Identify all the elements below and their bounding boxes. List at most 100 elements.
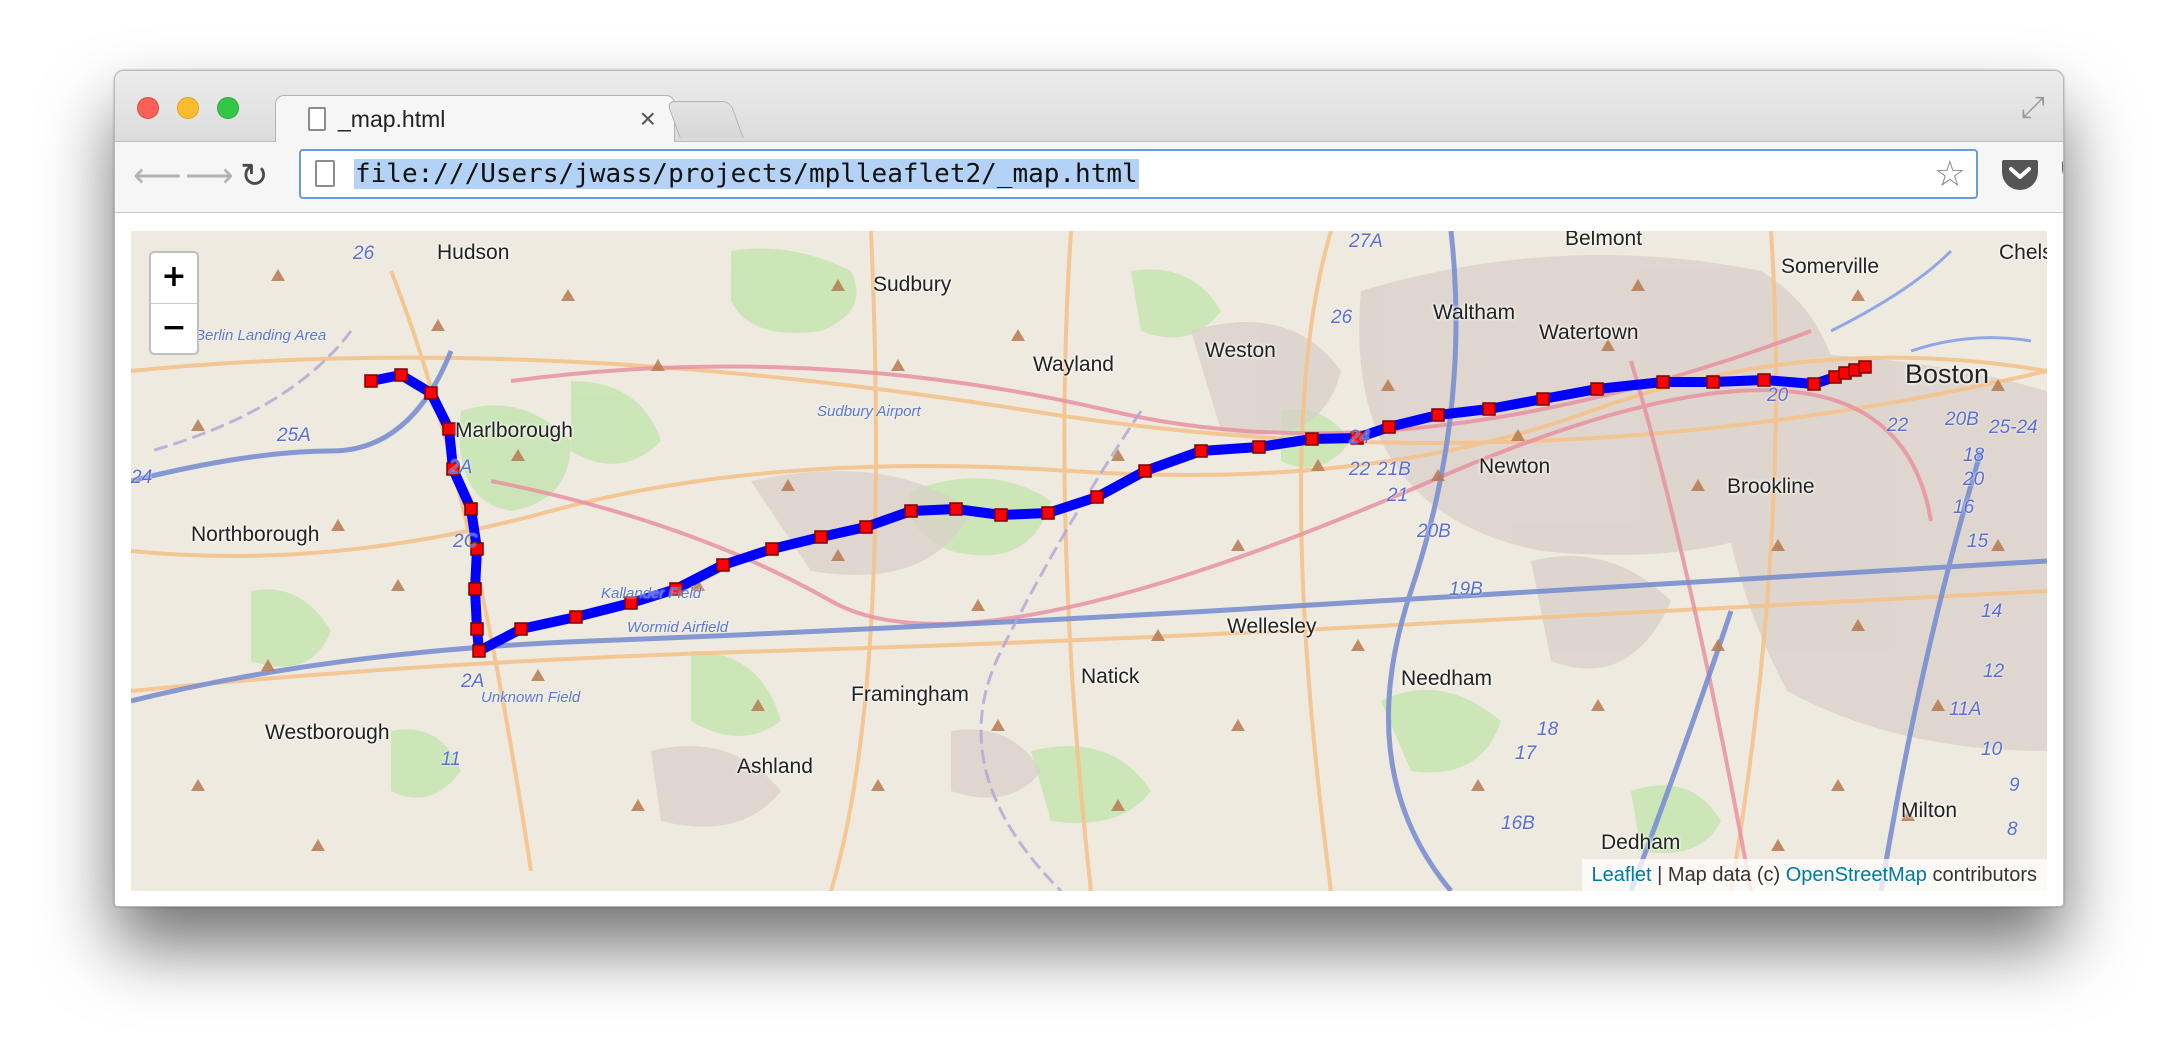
- route-marker[interactable]: [716, 558, 730, 572]
- place-label-framingham: Framingham: [851, 683, 969, 706]
- fullscreen-icon[interactable]: ⤢: [2021, 91, 2045, 125]
- road-label: 26: [353, 243, 375, 264]
- road-label: 20: [1963, 469, 1985, 490]
- road-label: 2C: [453, 531, 478, 552]
- route-marker[interactable]: [994, 508, 1008, 522]
- route-marker[interactable]: [470, 622, 484, 636]
- title-bar: _map.html × ⤢: [115, 71, 2063, 143]
- place-label-needham: Needham: [1401, 667, 1493, 690]
- route-marker[interactable]: [1138, 464, 1152, 478]
- tab-title: _map.html: [338, 106, 446, 132]
- airport-label-sudbury: Sudbury Airport: [817, 403, 921, 420]
- route-marker[interactable]: [569, 610, 583, 624]
- route-marker[interactable]: [814, 530, 828, 544]
- zoom-control: + −: [149, 251, 199, 355]
- bookmark-star-icon[interactable]: ☆: [1934, 153, 1966, 195]
- place-label-wayland: Wayland: [1033, 353, 1114, 376]
- route-marker[interactable]: [1194, 444, 1208, 458]
- openstreetmap-link[interactable]: OpenStreetMap: [1786, 864, 1927, 886]
- place-label-wellesley: Wellesley: [1227, 615, 1317, 638]
- place-label-newton: Newton: [1479, 455, 1551, 478]
- road-label: 27A: [1349, 231, 1383, 252]
- road-label: 2A: [449, 457, 473, 478]
- route-marker[interactable]: [442, 422, 456, 436]
- route-marker[interactable]: [1590, 382, 1604, 396]
- route-marker[interactable]: [1090, 490, 1104, 504]
- place-label-waltham: Waltham: [1433, 301, 1516, 324]
- route-marker[interactable]: [1536, 392, 1550, 406]
- place-label-somerville: Somerville: [1781, 255, 1880, 278]
- place-label-natick: Natick: [1081, 665, 1140, 688]
- place-label-dedham: Dedham: [1601, 831, 1681, 854]
- route-marker[interactable]: [472, 644, 486, 658]
- route-marker[interactable]: [1041, 506, 1055, 520]
- route-marker[interactable]: [468, 582, 482, 596]
- zoom-out-button[interactable]: −: [151, 304, 197, 354]
- place-label-westborough: Westborough: [265, 721, 390, 744]
- route-marker[interactable]: [364, 374, 378, 388]
- address-bar[interactable]: file:///Users/jwass/projects/mplleaflet2…: [299, 149, 1978, 199]
- pocket-icon[interactable]: [2001, 156, 2039, 201]
- road-label: 14: [1981, 601, 2003, 622]
- route-marker[interactable]: [949, 502, 963, 516]
- map-attribution: Leaflet | Map data (c) OpenStreetMap con…: [1581, 859, 2047, 891]
- place-label-weston: Weston: [1205, 339, 1276, 362]
- route-marker[interactable]: [1482, 402, 1496, 416]
- route-marker[interactable]: [1382, 420, 1396, 434]
- leaflet-map[interactable]: Hudson Sudbury Belmont Somerville Chels …: [131, 231, 2047, 891]
- route-marker[interactable]: [1858, 360, 1872, 374]
- road-label: 25A: [277, 425, 311, 446]
- attribution-contributors: contributors: [1926, 864, 2037, 886]
- route-marker[interactable]: [765, 542, 779, 556]
- place-label-chelsea: Chels: [1999, 241, 2047, 264]
- road-label: 9: [2009, 775, 2020, 796]
- place-label-belmont: Belmont: [1565, 231, 1643, 250]
- airport-label-landing-area: Berlin Landing Area: [195, 327, 327, 344]
- tab-close-icon[interactable]: ×: [640, 102, 656, 136]
- road-label: 11A: [1949, 699, 1982, 720]
- place-label-marlborough: Marlborough: [455, 419, 573, 442]
- evernote-icon[interactable]: [2059, 156, 2063, 203]
- road-label: 21: [1387, 485, 1409, 506]
- road-label: 26: [1331, 307, 1353, 328]
- place-label-sudbury: Sudbury: [873, 273, 952, 296]
- close-window-button[interactable]: [137, 97, 159, 119]
- route-marker[interactable]: [1706, 375, 1720, 389]
- road-label: 16B: [1501, 813, 1535, 834]
- tab-map[interactable]: _map.html ×: [275, 95, 675, 143]
- leaflet-link[interactable]: Leaflet: [1592, 864, 1652, 886]
- road-label: 24: [131, 467, 153, 488]
- place-label-brookline: Brookline: [1727, 475, 1815, 498]
- road-label: 21B: [1377, 459, 1411, 480]
- url-text[interactable]: file:///Users/jwass/projects/mplleaflet2…: [354, 159, 1139, 189]
- place-label-ashland: Ashland: [737, 755, 813, 778]
- route-marker[interactable]: [464, 502, 478, 516]
- toolbar: ⟵ ⟶ ↻ file:///Users/jwass/projects/mplle…: [115, 142, 2063, 213]
- route-marker[interactable]: [1431, 408, 1445, 422]
- route-marker[interactable]: [1305, 432, 1319, 446]
- place-label-watertown: Watertown: [1539, 321, 1639, 344]
- route-marker[interactable]: [424, 386, 438, 400]
- page-content: Hudson Sudbury Belmont Somerville Chels …: [115, 213, 2063, 906]
- forward-arrow-icon[interactable]: ⟶: [185, 154, 234, 198]
- route-marker[interactable]: [394, 368, 408, 382]
- new-tab-button[interactable]: [666, 101, 744, 138]
- route-marker[interactable]: [859, 520, 873, 534]
- route-marker[interactable]: [904, 504, 918, 518]
- road-label: 22: [1887, 415, 1909, 436]
- zoom-in-button[interactable]: +: [151, 253, 197, 304]
- zoom-window-button[interactable]: [217, 97, 239, 119]
- route-marker[interactable]: [1656, 375, 1670, 389]
- document-icon: [308, 107, 326, 131]
- back-arrow-icon[interactable]: ⟵: [133, 154, 182, 198]
- route-marker[interactable]: [1807, 377, 1821, 391]
- road-label: 20B: [1417, 521, 1451, 542]
- route-marker[interactable]: [514, 622, 528, 636]
- road-label: 18: [1537, 719, 1559, 740]
- minimize-window-button[interactable]: [177, 97, 199, 119]
- place-label-hudson: Hudson: [437, 241, 510, 264]
- road-label: 8: [2007, 819, 2018, 840]
- route-marker[interactable]: [1252, 440, 1266, 454]
- place-label-milton: Milton: [1901, 799, 1958, 822]
- reload-icon[interactable]: ↻: [240, 154, 269, 198]
